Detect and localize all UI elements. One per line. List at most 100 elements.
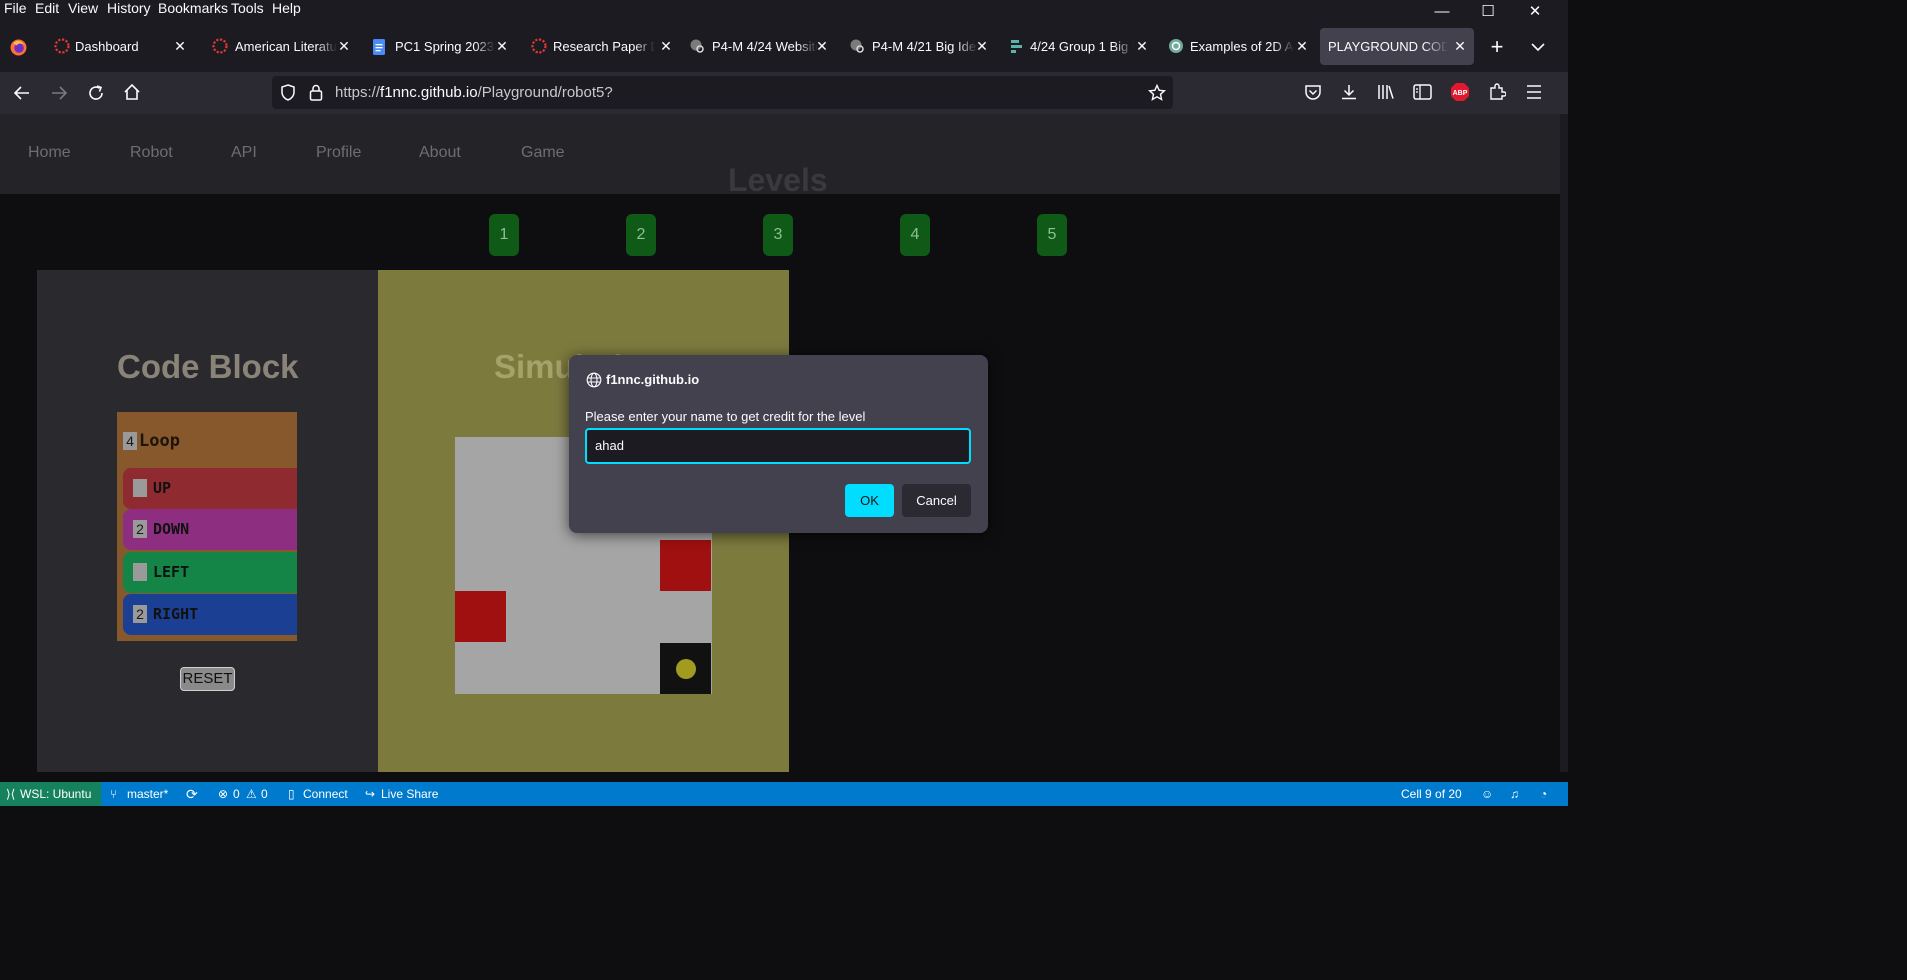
cancel-button[interactable]: Cancel	[902, 484, 971, 517]
web-page: Home Robot API Profile About Game Levels…	[0, 114, 1560, 780]
tab-research-paper[interactable]: Research Paper DR ✕	[520, 28, 672, 65]
hamburger-menu-icon[interactable]	[1525, 84, 1543, 100]
command-left[interactable]: LEFT	[123, 552, 297, 593]
page-scrollbar[interactable]	[1560, 114, 1568, 780]
level-5-button[interactable]: 5	[1037, 214, 1067, 256]
menu-help[interactable]: Help	[272, 0, 301, 17]
tab-american-literature[interactable]: American Literature ✕	[202, 28, 354, 65]
adblock-plus-icon[interactable]: ABP	[1450, 82, 1470, 102]
tab-p4m-website[interactable]: P4-M 4/24 Website ✕	[680, 28, 832, 65]
command-right[interactable]: 2 RIGHT	[123, 594, 297, 635]
remote-indicator[interactable]: ⟩⟨ WSL: Ubuntu	[0, 782, 101, 806]
code-block-title: Code Block	[117, 348, 299, 385]
command-down[interactable]: 2 DOWN	[123, 509, 297, 550]
tab-pc1-spring[interactable]: PC1 Spring 2023 Te ✕	[360, 28, 512, 65]
sync-icon[interactable]: ⟳	[186, 782, 198, 806]
nav-home[interactable]: Home	[28, 144, 71, 162]
dialog-host: f1nnc.github.io	[606, 372, 700, 387]
error-icon: ⊗	[218, 787, 229, 801]
list-all-tabs-icon[interactable]	[1530, 42, 1546, 52]
tab-close-icon[interactable]: ✕	[172, 28, 188, 65]
lock-icon[interactable]	[309, 84, 323, 101]
tab-close-icon[interactable]: ✕	[336, 28, 352, 65]
url-bar[interactable]: https://f1nnc.github.io/Playground/robot…	[272, 76, 1173, 109]
nav-robot[interactable]: Robot	[130, 144, 173, 162]
pocket-icon[interactable]	[1304, 84, 1322, 101]
command-left-count[interactable]	[133, 563, 147, 581]
nav-profile[interactable]: Profile	[316, 144, 361, 162]
tab-close-icon[interactable]: ✕	[974, 28, 990, 65]
ok-button[interactable]: OK	[845, 484, 894, 517]
canvas-icon	[531, 38, 547, 54]
bell-icon[interactable]: ♫	[1510, 782, 1519, 806]
obstacle-cell	[455, 591, 506, 642]
minimize-button[interactable]: —	[1419, 0, 1465, 24]
tab-group1-big-idea[interactable]: 4/24 Group 1 Big Id ✕	[1000, 28, 1152, 65]
menu-view[interactable]: View	[68, 0, 98, 17]
loop-block[interactable]: 4 Loop UP 2 DOWN LEFT 2 RIGHT	[117, 412, 297, 641]
nav-about[interactable]: About	[419, 144, 461, 162]
menu-file[interactable]: File	[4, 0, 27, 17]
tab-close-icon[interactable]: ✕	[494, 28, 510, 65]
tab-close-icon[interactable]: ✕	[814, 28, 830, 65]
command-right-count[interactable]: 2	[133, 605, 147, 623]
connect-label[interactable]: Connect	[303, 782, 348, 806]
notifications-icon[interactable]: ◔	[1540, 782, 1547, 806]
name-input[interactable]: ahad	[585, 428, 971, 464]
menu-history[interactable]: History	[107, 0, 151, 17]
reload-icon[interactable]	[87, 84, 105, 102]
nav-toolbar: https://f1nnc.github.io/Playground/robot…	[0, 72, 1568, 114]
tab-close-icon[interactable]: ✕	[1134, 28, 1150, 65]
new-tab-button[interactable]: +	[1485, 32, 1509, 62]
menu-tools[interactable]: Tools	[231, 0, 264, 17]
command-up-count[interactable]	[133, 479, 147, 497]
firefox-icon[interactable]	[10, 39, 27, 56]
problems-count[interactable]: 0	[233, 782, 240, 806]
command-up[interactable]: UP	[123, 468, 297, 509]
reset-button[interactable]: RESET	[180, 667, 235, 691]
minimize-icon: —	[1434, 3, 1450, 20]
menu-edit[interactable]: Edit	[35, 0, 59, 17]
tab-close-icon[interactable]: ✕	[658, 28, 672, 65]
menu-bookmarks[interactable]: Bookmarks	[158, 0, 228, 17]
extensions-puzzle-icon[interactable]	[1488, 83, 1506, 101]
tab-playground-coding[interactable]: PLAYGROUND CODING ✕	[1320, 28, 1474, 65]
command-down-count[interactable]: 2	[133, 520, 147, 538]
level-2-button[interactable]: 2	[626, 214, 656, 256]
feedback-icon[interactable]: ☺	[1481, 782, 1493, 806]
back-icon[interactable]	[13, 84, 31, 102]
tab-close-icon[interactable]: ✕	[1452, 28, 1468, 65]
forward-icon[interactable]	[50, 84, 68, 102]
tab-dashboard[interactable]: Dashboard ✕	[44, 28, 196, 65]
git-branch[interactable]: master*	[127, 782, 168, 806]
page-bottom-strip	[0, 772, 1568, 782]
tab-p4m-big-idea[interactable]: P4-M 4/21 Big Idea ✕	[840, 28, 992, 65]
remote-label: WSL: Ubuntu	[20, 787, 92, 801]
maximize-button[interactable]: ☐	[1465, 0, 1511, 24]
liveshare-label[interactable]: Live Share	[381, 782, 438, 806]
svg-text:ABP: ABP	[1453, 90, 1468, 97]
globe-icon	[690, 39, 704, 53]
vscode-status-bar: ⟩⟨ WSL: Ubuntu ⑂ master* ⟳ ⊗ 0 ⚠ 0 ▯ Con…	[0, 782, 1568, 806]
command-left-label: LEFT	[153, 563, 190, 581]
cell-indicator[interactable]: Cell 9 of 20	[1401, 782, 1462, 806]
bookmark-star-icon[interactable]	[1148, 84, 1166, 102]
level-1-button[interactable]: 1	[489, 214, 519, 256]
level-4-button[interactable]: 4	[900, 214, 930, 256]
url-text[interactable]: https://f1nnc.github.io/Playground/robot…	[335, 76, 613, 109]
tracking-protection-shield-icon[interactable]	[280, 84, 296, 101]
home-icon[interactable]	[123, 83, 141, 101]
close-window-button[interactable]: ✕	[1512, 0, 1558, 24]
loop-count[interactable]: 4	[123, 432, 137, 450]
sidebar-icon[interactable]	[1413, 84, 1432, 100]
library-icon[interactable]	[1377, 83, 1396, 101]
warnings-count[interactable]: 0	[261, 782, 268, 806]
nav-api[interactable]: API	[231, 144, 257, 162]
tab-examples-2d[interactable]: Examples of 2D Ar ✕	[1160, 28, 1312, 65]
downloads-icon[interactable]	[1340, 83, 1358, 101]
level-3-button[interactable]: 3	[763, 214, 793, 256]
tab-close-icon[interactable]: ✕	[1294, 28, 1310, 65]
openai-icon	[1169, 39, 1183, 53]
nav-game[interactable]: Game	[521, 144, 565, 162]
command-up-label: UP	[153, 479, 172, 497]
